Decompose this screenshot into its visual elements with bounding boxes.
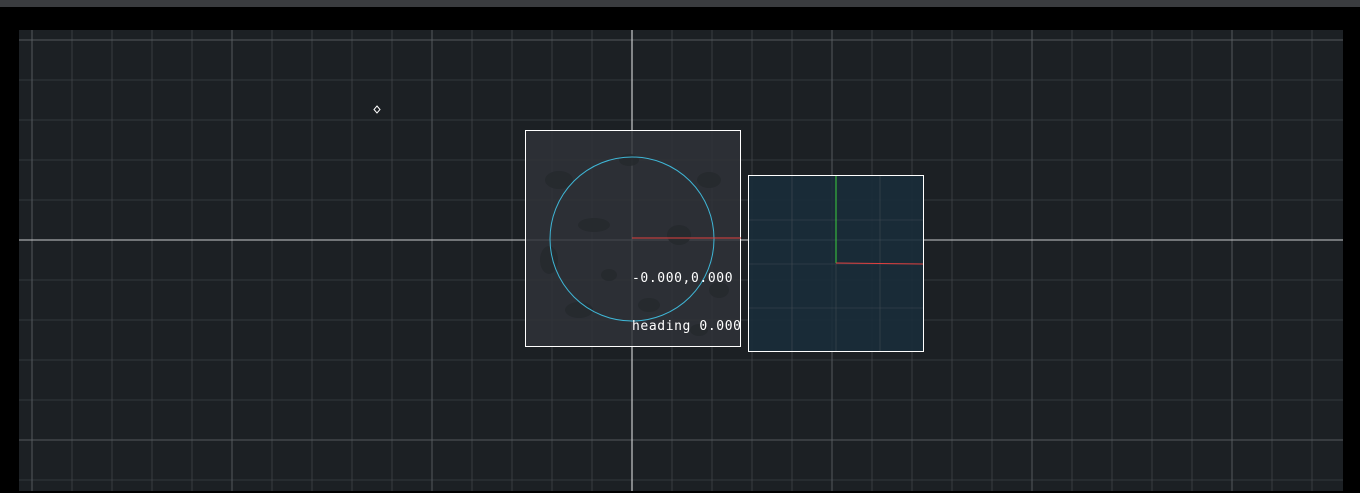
pose-readout: -0.000,0.000 heading 0.000 xyxy=(632,239,742,367)
position-readout: -0.000,0.000 xyxy=(632,271,734,286)
waypoint-marker[interactable] xyxy=(373,105,381,114)
window-top-bar xyxy=(0,0,1360,7)
heading-readout: heading 0.000 xyxy=(632,319,742,334)
map-viewport[interactable]: -0.000,0.000 heading 0.000 xyxy=(19,30,1343,491)
